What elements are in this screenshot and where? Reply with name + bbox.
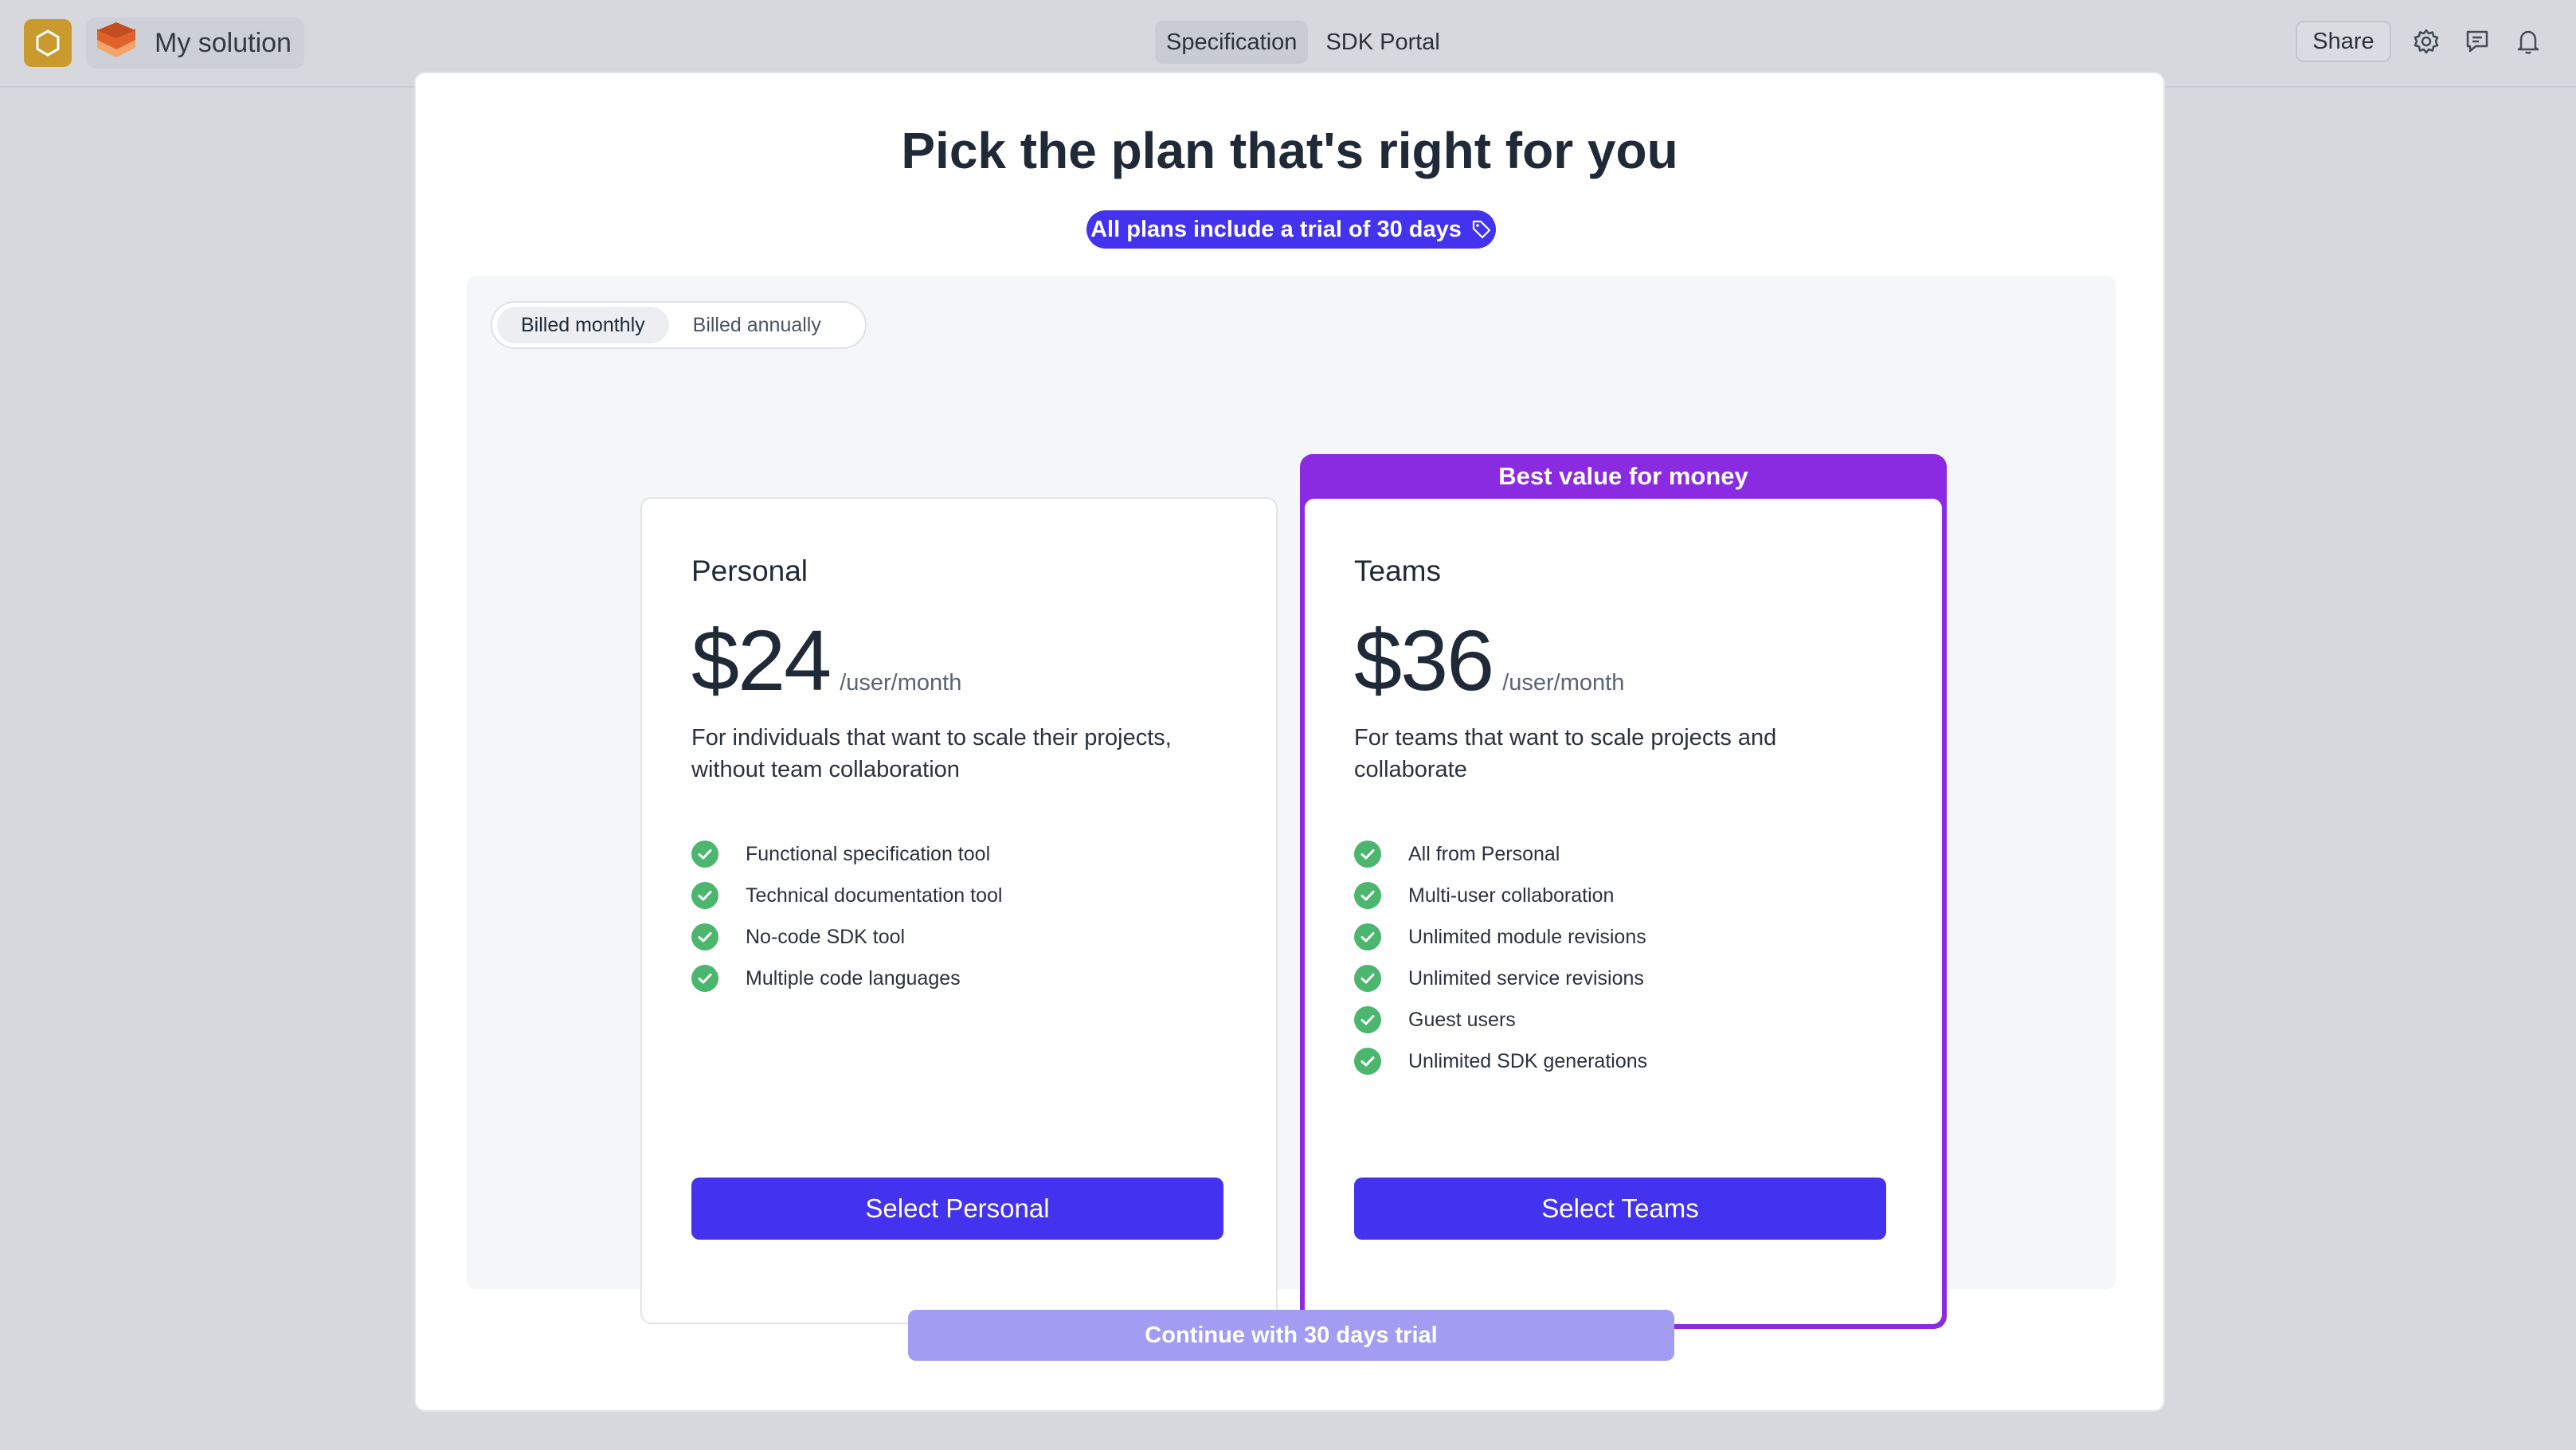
feature-item: No-code SDK tool (691, 916, 1002, 958)
plan-card-personal: Personal $24 /user/month For individuals… (640, 497, 1278, 1324)
plan-description: For teams that want to scale projects an… (1354, 725, 1777, 782)
feature-label: All from Personal (1408, 842, 1560, 865)
price-period: /user/month (1502, 670, 1625, 696)
select-teams-button[interactable]: Select Teams (1354, 1178, 1886, 1240)
plan-description: For individuals that want to scale their… (691, 725, 1172, 782)
feature-item: All from Personal (1354, 833, 1647, 875)
share-button[interactable]: Share (2296, 21, 2391, 62)
feature-label: Multi-user collaboration (1408, 884, 1615, 907)
feature-label: Unlimited service revisions (1408, 966, 1644, 990)
billing-toggle: Billed monthly Billed annually (491, 301, 867, 349)
modal-title: Pick the plan that's right for you (901, 122, 1678, 179)
plan-name: Teams (1354, 555, 1441, 587)
check-circle-icon (691, 882, 718, 909)
check-circle-icon (1354, 841, 1381, 868)
feature-item: Multi-user collaboration (1354, 875, 1647, 916)
feature-label: Multiple code languages (746, 966, 961, 990)
price-row: $24 /user/month (691, 610, 961, 710)
project-name: My solution (155, 27, 292, 58)
continue-trial-button[interactable]: Continue with 30 days trial (908, 1310, 1674, 1361)
feature-item: Unlimited SDK generations (1354, 1040, 1647, 1082)
plan-price: $36 (1354, 612, 1494, 708)
main-tabs: Specification SDK Portal (1155, 21, 1451, 64)
check-circle-icon (691, 965, 718, 992)
tag-icon (1472, 220, 1490, 239)
best-value-banner: Best value for money (1498, 462, 1748, 490)
check-circle-icon (1354, 882, 1381, 909)
gear-icon[interactable] (2412, 27, 2441, 56)
plan-card-teams: Teams $36 /user/month For teams that wan… (1305, 499, 1942, 1324)
project-switcher[interactable]: My solution (86, 18, 304, 69)
plan-name: Personal (691, 555, 808, 587)
check-circle-icon (1354, 923, 1381, 950)
trial-badge: All plans include a trial of 30 days (1086, 210, 1496, 249)
price-period: /user/month (840, 670, 962, 696)
feature-item: Unlimited service revisions (1354, 958, 1647, 999)
check-circle-icon (1354, 1006, 1381, 1033)
feature-item: Technical documentation tool (691, 875, 1002, 916)
feature-item: Functional specification tool (691, 833, 1002, 875)
billing-monthly-option[interactable]: Billed monthly (497, 307, 669, 343)
plan-card-teams-highlight: Best value for money Teams $36 /user/mon… (1300, 454, 1947, 1329)
plan-price: $24 (691, 612, 832, 708)
hexagon-icon (36, 29, 60, 57)
select-personal-button[interactable]: Select Personal (691, 1178, 1223, 1240)
feature-item: Unlimited module revisions (1354, 916, 1647, 958)
check-circle-icon (691, 841, 718, 868)
check-circle-icon (691, 923, 718, 950)
feature-label: No-code SDK tool (746, 925, 906, 948)
check-circle-icon (1354, 1048, 1381, 1075)
feature-list: All from Personal Multi-user collaborati… (1354, 833, 1647, 1082)
bell-icon[interactable] (2514, 27, 2543, 56)
trial-badge-text: All plans include a trial of 30 days (1090, 216, 1462, 242)
feature-label: Technical documentation tool (746, 884, 1003, 907)
feature-label: Functional specification tool (746, 842, 991, 865)
app-logo-icon[interactable] (24, 19, 72, 67)
feature-item: Guest users (1354, 999, 1647, 1040)
tab-sdk-portal[interactable]: SDK Portal (1314, 21, 1450, 64)
pricing-modal: Pick the plan that's right for you All p… (414, 72, 2165, 1412)
feature-list: Functional specification tool Technical … (691, 833, 1002, 999)
tab-specification[interactable]: Specification (1155, 21, 1309, 64)
feature-item: Multiple code languages (691, 958, 1002, 999)
feature-label: Unlimited module revisions (1408, 925, 1646, 948)
project-stack-icon (97, 22, 135, 57)
check-circle-icon (1354, 965, 1381, 992)
price-row: $36 /user/month (1354, 610, 1624, 710)
comment-icon[interactable] (2463, 27, 2492, 56)
feature-label: Unlimited SDK generations (1408, 1049, 1648, 1072)
feature-label: Guest users (1408, 1008, 1516, 1031)
plans-panel: Billed monthly Billed annually Personal … (467, 276, 2116, 1329)
billing-annually-option[interactable]: Billed annually (669, 307, 845, 343)
